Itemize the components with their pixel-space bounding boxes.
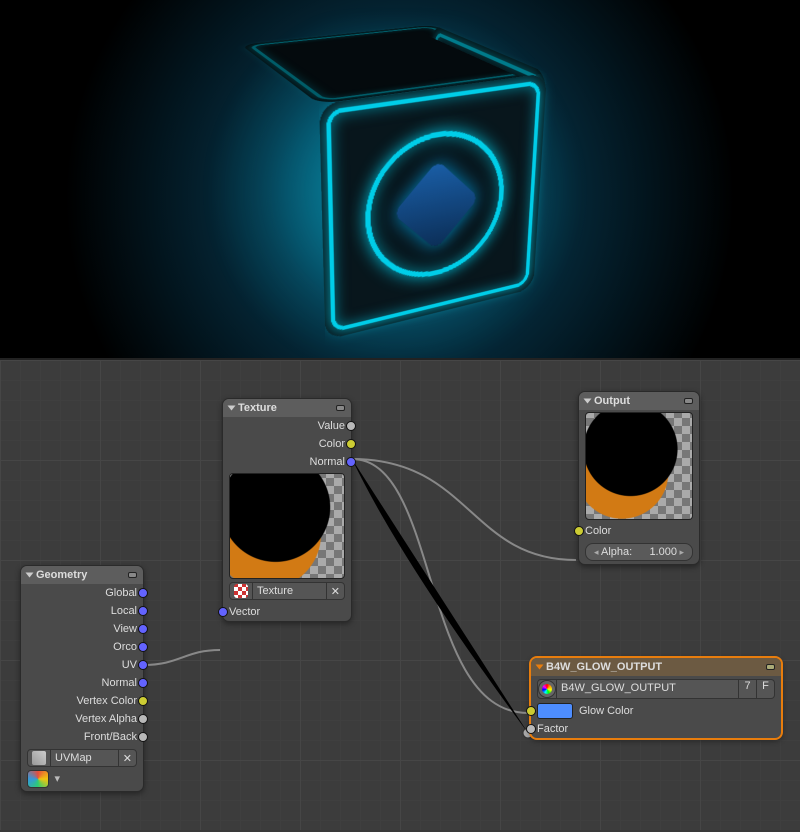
socket-uv: UV: [122, 659, 137, 671]
pin-icon[interactable]: [336, 405, 345, 411]
vertexcolor-picker[interactable]: [27, 770, 49, 788]
render-preview: [0, 0, 800, 358]
socket-label: Orco: [113, 641, 137, 653]
socket-label: Value: [318, 420, 345, 432]
users-count[interactable]: 7: [739, 679, 757, 699]
uvmap-selector[interactable]: UVMap ✕: [27, 749, 137, 767]
socket-label: Local: [111, 605, 137, 617]
socket-color-in[interactable]: [574, 526, 584, 536]
uvmap-name[interactable]: UVMap: [51, 749, 118, 767]
output-preview: [585, 412, 693, 520]
socket-label: Vertex Color: [76, 695, 137, 707]
socket-label: Vector: [229, 606, 260, 618]
glow-cube: [275, 55, 495, 275]
node-title: Geometry: [36, 569, 87, 581]
node-b4w-glow-output[interactable]: B4W_GLOW_OUTPUT B4W_GLOW_OUTPUT 7 F Glow…: [530, 657, 782, 739]
clear-button[interactable]: ✕: [326, 582, 345, 600]
collapse-icon[interactable]: [584, 399, 592, 404]
socket-label: Normal: [310, 456, 345, 468]
collapse-icon[interactable]: [536, 665, 544, 670]
socket-label: View: [113, 623, 137, 635]
node-output[interactable]: Output Color Alpha: 1.000: [578, 391, 700, 565]
socket-color-out[interactable]: [346, 439, 356, 449]
glow-color-swatch[interactable]: [537, 703, 573, 719]
socket-label: Normal: [102, 677, 137, 689]
socket-uv-out[interactable]: [138, 660, 148, 670]
pin-icon[interactable]: [128, 572, 137, 578]
nodegroup-selector[interactable]: B4W_GLOW_OUTPUT 7 F: [537, 679, 775, 699]
alpha-label: Alpha:: [594, 546, 632, 558]
socket-factor-in[interactable]: [526, 724, 536, 734]
alpha-field[interactable]: Alpha: 1.000: [585, 543, 693, 561]
node-header[interactable]: Output: [579, 392, 699, 410]
socket-label: Global: [105, 587, 137, 599]
texture-selector[interactable]: Texture ✕: [229, 582, 345, 600]
socket-glowcolor-in[interactable]: [526, 706, 536, 716]
texture-preview: [229, 473, 345, 579]
nodegroup-name[interactable]: B4W_GLOW_OUTPUT: [557, 679, 739, 699]
node-header[interactable]: B4W_GLOW_OUTPUT: [531, 658, 781, 676]
node-texture[interactable]: Texture Value Color Normal Texture ✕ Vec…: [222, 398, 352, 622]
mesh-icon: [32, 751, 46, 765]
node-title: Texture: [238, 402, 277, 414]
node-header[interactable]: Geometry: [21, 566, 143, 584]
socket-label: Glow Color: [579, 705, 633, 717]
socket-vector-in[interactable]: [218, 607, 228, 617]
texture-name[interactable]: Texture: [253, 582, 326, 600]
node-title: Output: [594, 395, 630, 407]
nodegroup-icon[interactable]: [538, 680, 556, 698]
node-title: B4W_GLOW_OUTPUT: [546, 661, 662, 673]
node-header[interactable]: Texture: [223, 399, 351, 417]
node-editor[interactable]: Geometry Global Local View Orco UV Norma…: [0, 358, 800, 830]
socket-label: Color: [585, 525, 611, 537]
collapse-icon[interactable]: [26, 573, 34, 578]
socket-label: Factor: [537, 723, 568, 735]
group-edit-icon[interactable]: [766, 664, 775, 670]
node-geometry[interactable]: Geometry Global Local View Orco UV Norma…: [20, 565, 144, 792]
collapse-icon[interactable]: [228, 406, 236, 411]
fake-user-button[interactable]: F: [757, 679, 775, 699]
socket-label: Front/Back: [84, 731, 137, 743]
socket-label: Vertex Alpha: [75, 713, 137, 725]
pin-icon[interactable]: [684, 398, 693, 404]
alpha-value: 1.000: [649, 546, 684, 558]
socket-color: Color: [319, 438, 345, 450]
clear-button[interactable]: ✕: [118, 749, 137, 767]
texture-icon: [234, 584, 248, 598]
